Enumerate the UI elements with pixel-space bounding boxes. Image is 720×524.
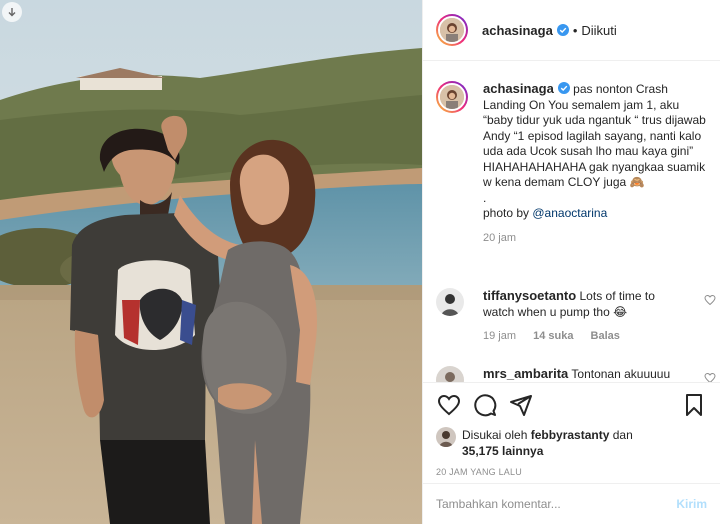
comment-like-count[interactable]: 14 suka <box>533 330 573 342</box>
liker-avatar[interactable] <box>436 427 456 447</box>
post-caption: achasinaga pas nonton Crash Landing On Y… <box>436 81 708 246</box>
likes-prefix: Disukai oleh <box>462 428 531 442</box>
couple-photo <box>0 0 422 524</box>
comment-bubble-icon <box>474 394 497 417</box>
follow-status-button[interactable]: Diikuti <box>581 23 616 38</box>
caption-username[interactable]: achasinaga <box>483 81 554 96</box>
caption-meta: 20 jam <box>483 231 708 247</box>
comments-list[interactable]: achasinaga pas nonton Crash Landing On Y… <box>423 61 720 382</box>
arrow-down-icon <box>8 8 16 17</box>
commenter-avatar[interactable] <box>436 288 464 316</box>
comment-input[interactable] <box>436 497 677 511</box>
comment-text: Tontonan akuuuuu <box>568 367 671 381</box>
likes-summary: Disukai oleh febbyrastanty dan 35,175 la… <box>423 427 720 459</box>
paper-plane-icon <box>510 395 532 416</box>
liker-username[interactable]: febbyrastanty <box>531 428 610 442</box>
caption-text: pas nonton Crash Landing On You semalem … <box>483 82 706 220</box>
heart-outline-icon[interactable] <box>704 372 716 382</box>
header-separator: • <box>572 22 578 38</box>
post-timestamp[interactable]: 20 JAM YANG LALU <box>423 459 720 477</box>
comment-reply-button[interactable]: Balas <box>591 330 620 342</box>
commenter-username[interactable]: tiffanysoetanto <box>483 288 576 303</box>
post-header: achasinaga • Diikuti <box>423 0 720 61</box>
share-button[interactable] <box>508 392 534 418</box>
author-username[interactable]: achasinaga <box>482 23 553 38</box>
verified-badge-icon <box>556 24 569 36</box>
comment-item: tiffanysoetanto Lots of time to watch wh… <box>436 288 716 345</box>
verified-badge-icon <box>557 82 570 94</box>
caption-timestamp[interactable]: 20 jam <box>483 232 516 244</box>
likes-count-link[interactable]: 35,175 lainnya <box>462 444 543 458</box>
comment-item: mrs_ambarita Tontonan akuuuuu <box>436 366 716 382</box>
post-detail-panel: achasinaga • Diikuti achasinaga pas nont… <box>422 0 720 524</box>
caption-mention-link[interactable]: @anaoctarina <box>532 206 607 220</box>
comment-timestamp[interactable]: 19 jam <box>483 330 516 342</box>
likes-connector: dan <box>609 428 633 442</box>
add-comment-form: Kirim <box>423 483 720 524</box>
bookmark-icon <box>686 394 702 416</box>
download-button[interactable] <box>2 2 22 22</box>
post-photo[interactable] <box>0 0 422 524</box>
author-avatar[interactable] <box>436 14 468 46</box>
commenter-avatar[interactable] <box>436 366 464 382</box>
post-actions: Disukai oleh febbyrastanty dan 35,175 la… <box>423 382 720 477</box>
comment-button[interactable] <box>472 392 498 418</box>
save-button[interactable] <box>681 392 707 418</box>
like-button[interactable] <box>436 392 462 418</box>
comment-meta: 19 jam 14 suka Balas <box>483 329 683 345</box>
commenter-username[interactable]: mrs_ambarita <box>483 366 568 381</box>
post-comment-button[interactable]: Kirim <box>676 497 707 511</box>
caption-author-avatar[interactable] <box>436 81 468 113</box>
heart-icon <box>437 394 461 416</box>
heart-outline-icon[interactable] <box>704 294 716 306</box>
